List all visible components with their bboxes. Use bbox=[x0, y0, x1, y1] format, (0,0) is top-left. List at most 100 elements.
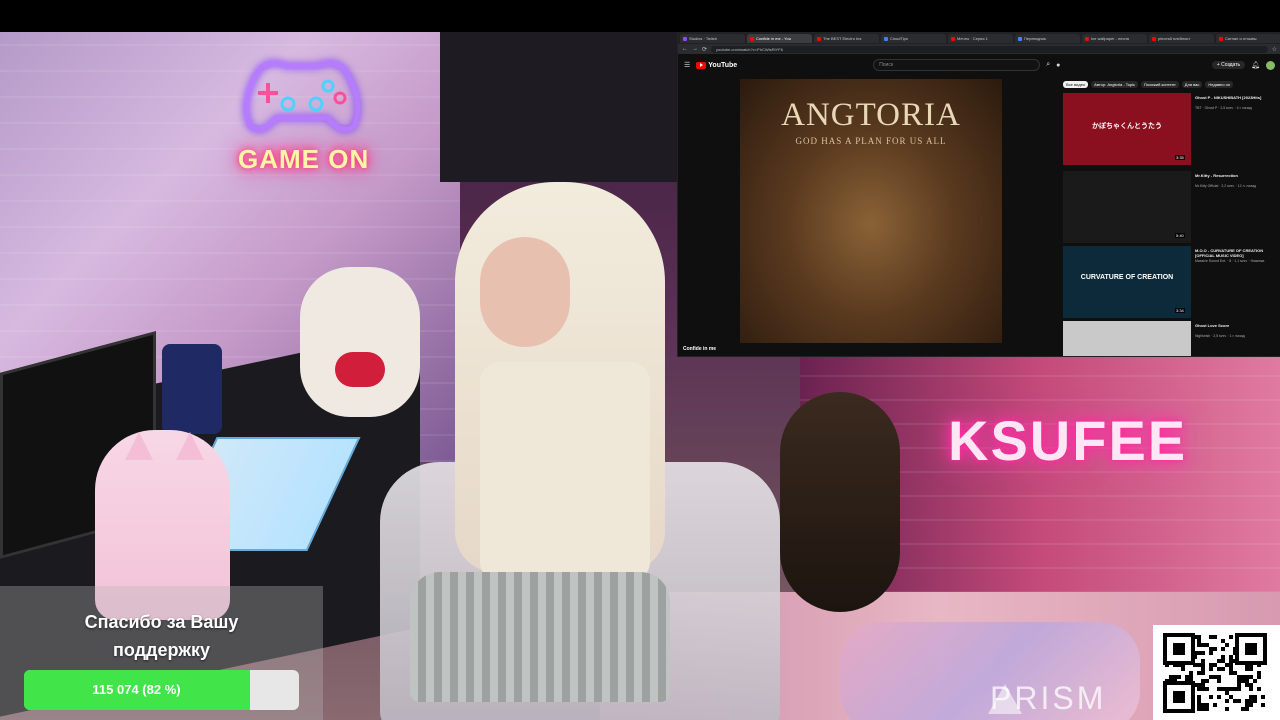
qr-finder-center bbox=[1173, 691, 1185, 703]
qr-module bbox=[1245, 703, 1249, 707]
qr-module bbox=[1217, 695, 1221, 699]
qr-module bbox=[1241, 679, 1245, 683]
thumbnail-text: かぼちゃくんとうたう bbox=[1092, 123, 1162, 130]
anime-ear-right bbox=[176, 432, 204, 460]
recommendation-item[interactable]: CURVATURE OF CREATION 3:34 M.O.O - CURVATU… bbox=[1063, 246, 1278, 318]
browser-tab[interactable]: Studios · Twitch bbox=[680, 34, 745, 43]
browser-tab[interactable]: Confide in me - You bbox=[747, 34, 812, 43]
video-duration: 3:34 bbox=[1175, 308, 1185, 313]
avatar[interactable] bbox=[1266, 60, 1275, 70]
teddy-heart bbox=[335, 352, 385, 387]
browser-window: Studios · Twitch Confide in me - You The B… bbox=[677, 32, 1280, 357]
youtube-header-actions: + Создать 🔔︎ bbox=[1211, 60, 1275, 70]
qr-module bbox=[1225, 691, 1229, 695]
qr-module bbox=[1201, 663, 1205, 667]
tab-favicon-icon bbox=[683, 36, 687, 41]
qr-module bbox=[1249, 675, 1253, 679]
qr-module bbox=[1229, 663, 1233, 667]
tab-label: Ice wallpaper - песня bbox=[1091, 36, 1129, 41]
filter-chip[interactable]: Все видео bbox=[1063, 81, 1089, 88]
qr-finder-center bbox=[1173, 643, 1185, 655]
qr-module bbox=[1221, 667, 1225, 671]
recommendation-title[interactable]: Ghost P - NIKUSHIBATH [2023Hits] bbox=[1195, 95, 1277, 100]
browser-tab[interactable]: The BEST Electro Ins bbox=[814, 34, 879, 43]
recommendation-thumbnail[interactable] bbox=[1063, 171, 1191, 243]
streamer-skirt bbox=[410, 572, 670, 702]
star-icon[interactable]: ☆ bbox=[1272, 46, 1277, 53]
qr-module bbox=[1249, 687, 1253, 691]
qr-module bbox=[1241, 675, 1245, 679]
recommendation-thumbnail[interactable]: かぼちゃくんとうたう bbox=[1063, 93, 1191, 165]
recommendation-title[interactable]: Mr.Kitty - Resurrection bbox=[1195, 173, 1277, 178]
qr-module bbox=[1221, 647, 1225, 651]
gamepad-neon-icon bbox=[243, 60, 361, 133]
recommendation-item[interactable]: 5:40 Mr.Kitty - Resurrection Mr.Kitty Offi… bbox=[1063, 171, 1278, 243]
search-icon[interactable]: ⌕ bbox=[1046, 61, 1050, 69]
recommendation-thumbnail[interactable] bbox=[1063, 321, 1191, 356]
qr-module bbox=[1249, 683, 1253, 687]
filter-chip[interactable]: Автор: Angtoria - Topic bbox=[1091, 81, 1139, 88]
recommendation-item[interactable]: Ghost Love Score Nightwish · 2,5 млн. · 1… bbox=[1063, 321, 1278, 356]
tab-favicon-icon bbox=[1018, 36, 1022, 41]
neon-sign-game-on: GAME ON bbox=[238, 144, 370, 174]
search-input[interactable]: Поиск bbox=[873, 59, 1041, 71]
url-field[interactable]: youtube.com/watch?v=PhCWtsRiYF6 bbox=[711, 45, 1268, 53]
browser-tab[interactable]: pieces8 плейлист bbox=[1149, 34, 1214, 43]
album-subtitle: GOD HAS A PLAN FOR US ALL bbox=[795, 136, 947, 146]
bell-icon[interactable]: 🔔︎ bbox=[1251, 61, 1260, 69]
browser-tab[interactable]: Мечты · Серия 1 bbox=[948, 34, 1013, 43]
qr-module bbox=[1201, 687, 1205, 691]
forward-icon[interactable]: → bbox=[692, 46, 698, 52]
tab-favicon-icon bbox=[1085, 36, 1089, 41]
tab-bar: Studios · Twitch Confide in me - You The B… bbox=[678, 33, 1280, 44]
browser-tab[interactable]: Переводчик bbox=[1015, 34, 1080, 43]
address-bar-row: ← → ⟳ youtube.com/watch?v=PhCWtsRiYF6 ☆ bbox=[678, 44, 1280, 54]
tab-favicon-icon bbox=[750, 36, 754, 41]
donation-progress-label: 115 074 (82 %) bbox=[92, 682, 181, 697]
back-icon[interactable]: ← bbox=[682, 46, 688, 52]
qr-module bbox=[1221, 687, 1225, 691]
qr-module bbox=[1237, 683, 1241, 687]
recommendation-item[interactable]: かぼちゃくんとうたう 3:35 Ghost P - NIKUSHIBATH [202… bbox=[1063, 93, 1278, 165]
qr-module bbox=[1249, 699, 1253, 703]
qr-module bbox=[1205, 703, 1209, 707]
tab-favicon-icon bbox=[884, 36, 888, 41]
qr-module bbox=[1177, 675, 1181, 679]
filter-chip[interactable]: Похожий контент bbox=[1141, 81, 1179, 88]
youtube-logo[interactable]: YouTube bbox=[696, 61, 737, 69]
qr-module bbox=[1217, 679, 1221, 683]
recommendation-title[interactable]: Ghost Love Score bbox=[1195, 323, 1277, 328]
qr-module bbox=[1245, 675, 1249, 679]
video-player[interactable]: ANGTORIA GOD HAS A PLAN FOR US ALL bbox=[740, 79, 1002, 343]
video-title: Confide in me bbox=[683, 346, 717, 352]
reload-icon[interactable]: ⟳ bbox=[702, 46, 707, 53]
donation-widget: Спасибо за Вашу поддержку 115 074 (82 %) bbox=[0, 586, 323, 720]
create-button[interactable]: + Создать bbox=[1211, 61, 1246, 69]
qr-module bbox=[1229, 695, 1233, 699]
youtube-header: ☰ YouTube Поиск ⌕ ● + Создать 🔔︎ bbox=[678, 54, 1280, 76]
qr-module bbox=[1261, 695, 1265, 699]
tab-label: Сигнал и отзывы bbox=[1225, 36, 1257, 41]
qr-module bbox=[1197, 687, 1201, 691]
browser-tab[interactable]: Ice wallpaper - песня bbox=[1082, 34, 1147, 43]
qr-module bbox=[1213, 675, 1217, 679]
filter-chip[interactable]: Для вас bbox=[1181, 81, 1203, 88]
recommendation-thumbnail[interactable]: CURVATURE OF CREATION bbox=[1063, 246, 1191, 318]
browser-tab[interactable]: CloudTips bbox=[881, 34, 946, 43]
filter-chip[interactable]: Недавно оп bbox=[1205, 81, 1234, 88]
menu-icon[interactable]: ☰ bbox=[684, 61, 690, 69]
qr-module bbox=[1245, 679, 1249, 683]
qr-module bbox=[1261, 703, 1265, 707]
browser-tab[interactable]: Сигнал и отзывы bbox=[1216, 34, 1280, 43]
tab-label: Confide in me - You bbox=[756, 36, 791, 41]
tab-favicon-icon bbox=[951, 36, 955, 41]
qr-module bbox=[1197, 635, 1201, 639]
recommendation-title[interactable]: M.O.O - CURVATURE OF CREATION [OFFICIAL … bbox=[1195, 248, 1277, 258]
qr-module bbox=[1217, 675, 1221, 679]
qr-code bbox=[1153, 625, 1280, 720]
mic-icon[interactable]: ● bbox=[1056, 62, 1060, 69]
teddy-bear bbox=[300, 267, 420, 417]
qr-module bbox=[1249, 667, 1253, 671]
qr-module bbox=[1209, 647, 1213, 651]
qr-module bbox=[1201, 683, 1205, 687]
